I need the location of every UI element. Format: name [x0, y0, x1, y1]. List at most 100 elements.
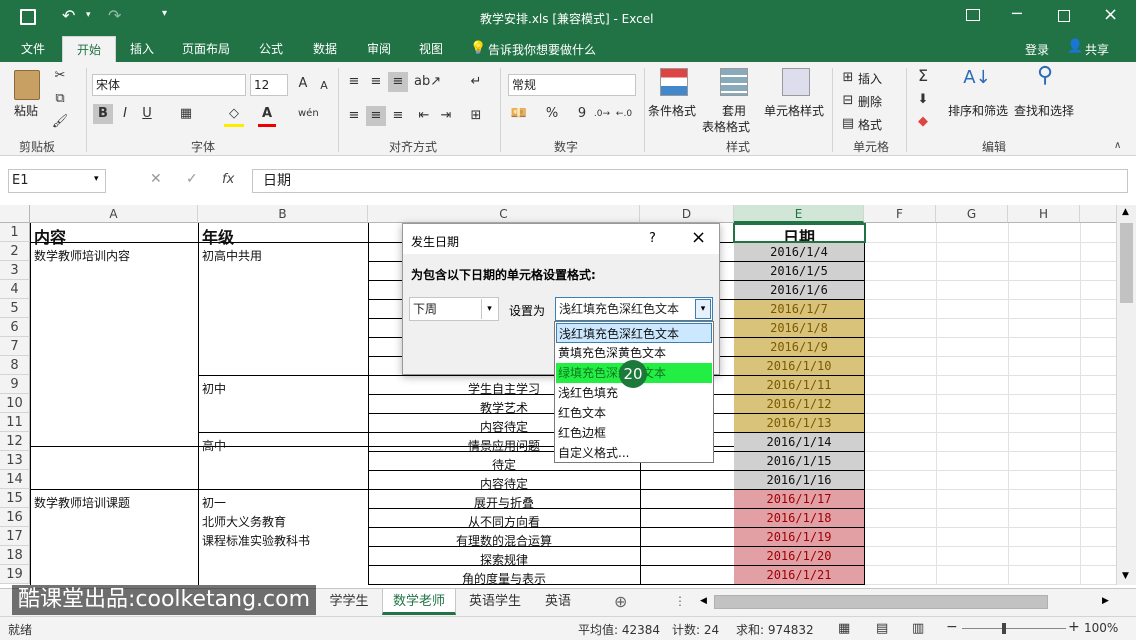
- tab-home[interactable]: 开始: [62, 36, 116, 62]
- merge-center-icon[interactable]: ⊞: [466, 106, 486, 126]
- zoom-out-icon[interactable]: −: [946, 619, 958, 635]
- date-cell[interactable]: 2016/1/7: [734, 300, 864, 319]
- conditional-format-icon[interactable]: [660, 68, 688, 96]
- date-cell[interactable]: 2016/1/9: [734, 338, 864, 357]
- period-dropdown-icon[interactable]: ▾: [481, 299, 497, 319]
- row-header-7[interactable]: 7: [0, 337, 30, 356]
- format-as-table-icon[interactable]: [720, 68, 748, 96]
- row-header-4[interactable]: 4: [0, 280, 30, 299]
- sheet-tab-english[interactable]: 英语: [534, 589, 582, 615]
- close-icon[interactable]: ×: [1103, 4, 1118, 25]
- option-red-border[interactable]: 红色边框: [556, 423, 712, 443]
- date-cell[interactable]: 2016/1/18: [734, 509, 864, 528]
- align-top-icon[interactable]: ≡: [344, 72, 364, 92]
- autosum-icon[interactable]: Σ: [912, 66, 934, 86]
- font-name-box[interactable]: 宋体: [92, 74, 246, 96]
- row-header-9[interactable]: 9: [0, 375, 30, 394]
- fill-color-icon[interactable]: ◇: [224, 104, 244, 127]
- cell-c16[interactable]: 从不同方向看: [368, 513, 640, 530]
- row-header-19[interactable]: 19: [0, 565, 30, 584]
- option-custom-format[interactable]: 自定义格式...: [556, 443, 712, 463]
- align-bottom-icon[interactable]: ≡: [388, 72, 408, 92]
- column-header-a[interactable]: A: [30, 205, 198, 223]
- find-select-icon[interactable]: ⚲: [1030, 65, 1060, 87]
- row-header-12[interactable]: 12: [0, 432, 30, 451]
- cell-c19[interactable]: 角的度量与表示: [368, 570, 640, 585]
- border-icon[interactable]: ▦: [176, 104, 196, 124]
- number-format-box[interactable]: 常规: [508, 74, 636, 96]
- underline-button[interactable]: U: [138, 104, 156, 124]
- date-cell[interactable]: 2016/1/16: [734, 471, 864, 490]
- cell-styles-icon[interactable]: [782, 68, 810, 96]
- date-cell[interactable]: 2016/1/17: [734, 490, 864, 509]
- name-box-dropdown-icon[interactable]: ▾: [94, 174, 99, 184]
- enter-icon[interactable]: ✓: [186, 171, 198, 187]
- format-cells-icon[interactable]: ▤: [840, 114, 856, 134]
- tab-page-layout[interactable]: 页面布局: [172, 36, 240, 62]
- tab-file[interactable]: 文件: [10, 36, 56, 62]
- cell-c15[interactable]: 展开与折叠: [368, 494, 640, 511]
- phonetic-icon[interactable]: wén: [298, 104, 319, 124]
- decrease-font-icon[interactable]: A: [316, 76, 332, 96]
- row-header-10[interactable]: 10: [0, 394, 30, 413]
- tab-data[interactable]: 数据: [302, 36, 348, 62]
- row-header-11[interactable]: 11: [0, 413, 30, 432]
- row-header-8[interactable]: 8: [0, 356, 30, 375]
- column-header-e[interactable]: E: [734, 205, 864, 223]
- redo-icon[interactable]: ↷: [108, 6, 121, 25]
- increase-font-icon[interactable]: A: [294, 74, 312, 94]
- sheet-tab-english-student[interactable]: 英语学生: [458, 589, 532, 615]
- column-header-i[interactable]: [1080, 205, 1116, 223]
- minimize-icon[interactable]: ─: [1012, 4, 1022, 23]
- select-all-corner[interactable]: [0, 205, 30, 223]
- cell-b16[interactable]: 北师大义务教育: [202, 513, 286, 530]
- align-middle-icon[interactable]: ≡: [366, 72, 386, 92]
- zoom-level[interactable]: 100%: [1084, 621, 1118, 635]
- format-cells-button[interactable]: 格式: [858, 116, 882, 133]
- font-size-box[interactable]: 12: [250, 74, 288, 96]
- new-sheet-icon[interactable]: ⊕: [614, 592, 627, 611]
- date-cell[interactable]: 2016/1/5: [734, 262, 864, 281]
- share-button[interactable]: 共享: [1085, 41, 1109, 58]
- format-as-table-button[interactable]: 套用: [722, 102, 746, 119]
- hscroll-left-icon[interactable]: ◀: [700, 596, 707, 606]
- date-cell[interactable]: 2016/1/20: [734, 547, 864, 566]
- date-cell[interactable]: 2016/1/15: [734, 452, 864, 471]
- date-cell[interactable]: 2016/1/13: [734, 414, 864, 433]
- fill-icon[interactable]: ⬇: [912, 90, 934, 110]
- increase-decimal-icon[interactable]: .0→: [592, 104, 612, 124]
- column-header-g[interactable]: G: [936, 205, 1008, 223]
- formula-input[interactable]: 日期: [252, 169, 1128, 193]
- hscroll-right-icon[interactable]: ▶: [1102, 596, 1109, 606]
- row-header-2[interactable]: 2: [0, 242, 30, 261]
- date-cell[interactable]: 2016/1/12: [734, 395, 864, 414]
- row-header-16[interactable]: 16: [0, 508, 30, 527]
- cell-b15[interactable]: 初一: [202, 494, 226, 511]
- date-cell[interactable]: 2016/1/14: [734, 433, 864, 452]
- paste-icon[interactable]: [14, 70, 40, 100]
- name-box[interactable]: E1: [8, 169, 106, 193]
- tab-review[interactable]: 审阅: [356, 36, 402, 62]
- format-painter-icon[interactable]: 🖌: [50, 112, 70, 132]
- conditional-format-button[interactable]: 条件格式: [648, 102, 696, 119]
- maximize-icon[interactable]: [1058, 10, 1070, 22]
- tab-scroll-icon[interactable]: ⋮: [674, 594, 686, 608]
- find-select-button[interactable]: 查找和选择: [1014, 102, 1074, 119]
- cell-b12[interactable]: 高中: [202, 437, 226, 454]
- tab-formulas[interactable]: 公式: [248, 36, 294, 62]
- format-dropdown-icon[interactable]: ▾: [695, 299, 711, 319]
- date-cell[interactable]: 2016/1/6: [734, 281, 864, 300]
- row-header-15[interactable]: 15: [0, 489, 30, 508]
- cell-a2[interactable]: 数学教师培训内容: [34, 247, 130, 264]
- cell-b2[interactable]: 初高中共用: [202, 247, 262, 264]
- decrease-decimal-icon[interactable]: ←.0: [614, 104, 634, 124]
- insert-cells-icon[interactable]: ⊞: [840, 68, 856, 88]
- row-header-17[interactable]: 17: [0, 527, 30, 546]
- increase-indent-icon[interactable]: ⇥: [436, 106, 456, 126]
- zoom-slider[interactable]: [962, 628, 1066, 629]
- date-cell[interactable]: 2016/1/11: [734, 376, 864, 395]
- cancel-icon[interactable]: ✕: [150, 171, 162, 187]
- delete-cells-button[interactable]: 删除: [858, 93, 882, 110]
- tab-view[interactable]: 视图: [408, 36, 454, 62]
- scroll-up-icon[interactable]: ▲: [1122, 207, 1129, 217]
